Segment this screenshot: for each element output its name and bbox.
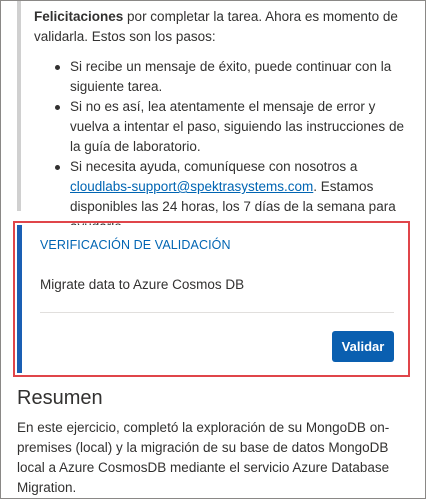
validation-highlight: VERIFICACIÓN DE VALIDACIÓN Migrate data …	[13, 221, 410, 377]
instructions-blockquote: Felicitaciones por completar la tarea. A…	[17, 1, 421, 234]
intro-bold: Felicitaciones	[34, 9, 124, 24]
validation-card: VERIFICACIÓN DE VALIDACIÓN Migrate data …	[17, 225, 406, 373]
step-item: Si no es así, lea atentamente el mensaje…	[34, 97, 409, 157]
step-text: Si no es así, lea atentamente el mensaje…	[70, 99, 404, 154]
step-text: Si recibe un mensaje de éxito, puede con…	[70, 59, 392, 94]
instructions-intro: Felicitaciones por completar la tarea. A…	[34, 7, 414, 47]
validation-heading: VERIFICACIÓN DE VALIDACIÓN	[40, 238, 231, 252]
summary-title: Resumen	[17, 387, 103, 409]
support-email-link[interactable]: cloudlabs-support@spektrasystems.com	[70, 179, 313, 194]
validation-divider	[40, 312, 394, 313]
instructions-steps: Si recibe un mensaje de éxito, puede con…	[34, 57, 409, 237]
step-text: Si necesita ayuda, comuníquese con nosot…	[70, 159, 358, 174]
lab-guide-panel: Felicitaciones por completar la tarea. A…	[0, 0, 426, 499]
validation-task-name: Migrate data to Azure Cosmos DB	[40, 277, 245, 292]
summary-text: En este ejercicio, completó la exploraci…	[17, 420, 390, 495]
step-item: Si recibe un mensaje de éxito, puede con…	[34, 57, 409, 97]
validate-button[interactable]: Validar	[332, 331, 394, 362]
